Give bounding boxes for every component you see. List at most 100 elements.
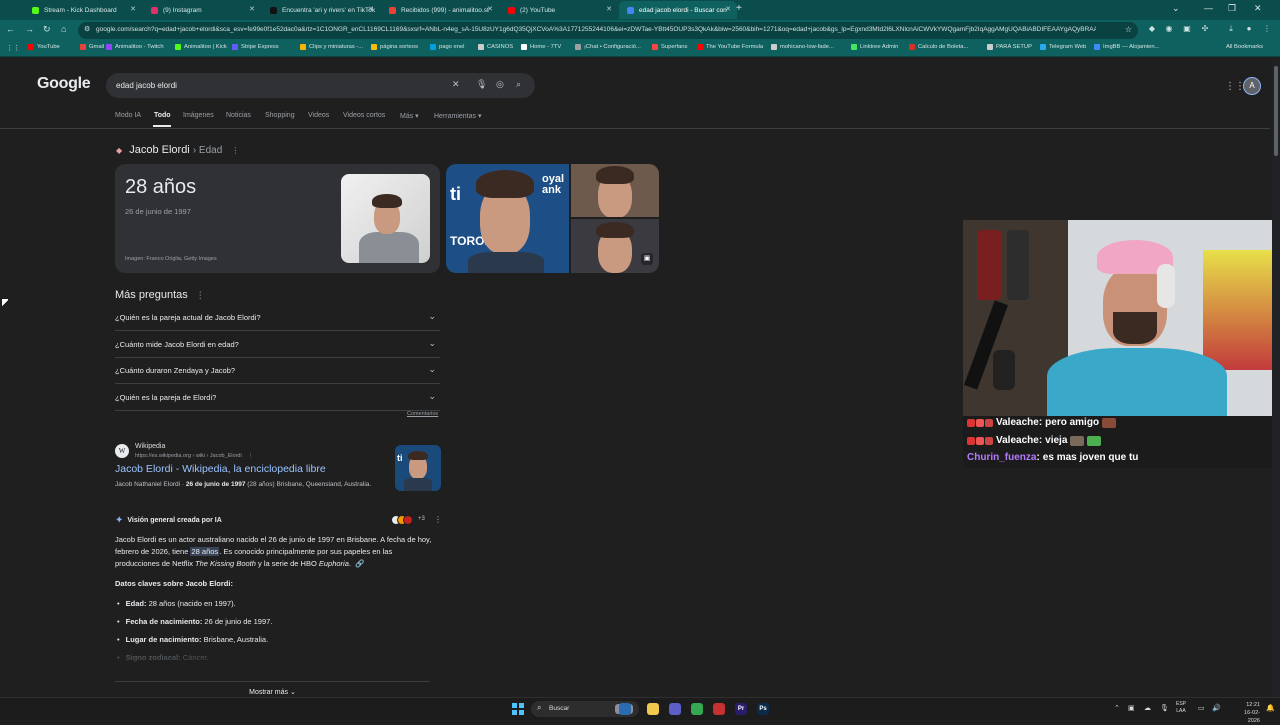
profile-icon[interactable]: ● — [1244, 24, 1254, 34]
omnibox[interactable]: ⚙ google.com/search?q=edad+jacob+elordi&… — [78, 22, 1138, 39]
open-images-icon[interactable]: ▣ — [641, 253, 653, 265]
clear-icon[interactable]: ✕ — [452, 79, 460, 90]
bookmark-star-icon[interactable]: ☆ — [1125, 25, 1132, 34]
search-tab[interactable]: Shopping — [265, 112, 295, 119]
search-tab[interactable]: Noticias — [226, 112, 251, 119]
back-icon[interactable]: ← — [6, 24, 15, 34]
tab-close-icon[interactable]: ✕ — [130, 5, 136, 13]
collage-image[interactable]: ti TORONTO oyal ank — [446, 164, 569, 273]
all-bookmarks[interactable]: All Bookmarks — [1226, 44, 1263, 50]
tab-close-icon[interactable]: ✕ — [725, 5, 731, 13]
entity-name[interactable]: Jacob Elordi — [129, 144, 190, 156]
extension-icon[interactable]: ◉ — [1164, 24, 1174, 34]
link-icon[interactable]: 🔗 — [355, 559, 364, 568]
more-options-icon[interactable]: ⋮ — [434, 515, 442, 524]
browser-tab[interactable]: Recibidos (999) - animalitoo.st ✕ — [381, 1, 499, 19]
ai-sources[interactable]: +3 — [391, 515, 425, 525]
search-tab[interactable]: Más ▾ — [400, 112, 419, 120]
close-window-icon[interactable]: ✕ — [1254, 3, 1262, 14]
browser-tab[interactable]: edad jacob elordi - Buscar con ✕ — [619, 1, 737, 19]
maximize-icon[interactable]: ❐ — [1228, 3, 1236, 14]
bookmark-item[interactable]: Telegram Web — [1040, 44, 1086, 50]
bookmark-item[interactable]: mohicano-low-fade... — [771, 44, 834, 50]
minimize-icon[interactable]: — — [1204, 3, 1213, 13]
taskbar-app-icon[interactable] — [713, 703, 725, 715]
home-icon[interactable]: ⌂ — [61, 24, 66, 34]
bookmark-item[interactable]: Clips y miniaturas -... — [300, 44, 363, 50]
scrollbar-thumb[interactable] — [1274, 66, 1278, 156]
search-icon[interactable]: ⌕ — [516, 79, 521, 90]
bookmark-item[interactable]: Superfans — [652, 44, 687, 50]
bookmark-item[interactable]: página sorteos — [371, 44, 418, 50]
search-tab[interactable]: Imágenes — [183, 112, 214, 119]
search-tab[interactable]: Modo IA — [115, 112, 141, 119]
voice-search-icon[interactable]: 🎙 — [476, 79, 487, 90]
taskbar-app-icon[interactable] — [619, 703, 631, 715]
extension-icon[interactable]: ▣ — [1182, 24, 1192, 34]
tray-app-icon[interactable]: 🎙 — [1160, 704, 1169, 712]
result-title-link[interactable]: Jacob Elordi - Wikipedia, la enciclopedi… — [115, 463, 326, 475]
page-scrollbar[interactable] — [1272, 60, 1280, 700]
search-query[interactable]: edad jacob elordi — [116, 81, 177, 90]
bookmark-item[interactable]: The YouTube Formula — [697, 44, 763, 50]
search-tab[interactable]: Videos — [308, 112, 329, 119]
site-info-icon[interactable]: ⚙ — [84, 25, 90, 33]
reload-icon[interactable]: ↻ — [43, 24, 51, 35]
google-logo[interactable]: Google — [37, 75, 91, 93]
taskbar-app-icon[interactable] — [669, 703, 681, 715]
volume-icon[interactable]: 🔊 — [1212, 704, 1221, 712]
tray-app-icon[interactable]: ☁ — [1144, 704, 1151, 712]
taskbar-clock[interactable]: 12:21 16-02-2026 — [1236, 701, 1260, 725]
bookmark-item[interactable]: YouTube — [28, 44, 60, 50]
tab-close-icon[interactable]: ✕ — [249, 5, 255, 13]
tab-close-icon[interactable]: ✕ — [606, 5, 612, 13]
more-options-icon[interactable]: ⋮ — [248, 453, 254, 459]
bookmark-item[interactable]: PARA SETUP — [987, 44, 1032, 50]
bookmark-item[interactable]: Gmail — [80, 44, 104, 50]
bookmark-item[interactable]: Calculo de Boleta... — [909, 44, 968, 50]
input-language[interactable]: ESP LAA — [1176, 701, 1186, 715]
image-collage[interactable]: ti TORONTO oyal ank ▣ — [446, 164, 659, 273]
paa-question[interactable]: ¿Cuánto mide Jacob Elordi en edad? ⌄ — [115, 332, 440, 358]
search-tab[interactable]: Videos cortos — [343, 112, 385, 119]
browser-tab[interactable]: Encuentra 'ari y rivers' en TikTok ✕ — [262, 1, 380, 19]
browser-menu-icon[interactable]: ⋮ — [1262, 24, 1272, 34]
start-button[interactable] — [512, 703, 524, 715]
bookmark-item[interactable]: Linktree Admin — [851, 44, 898, 50]
bookmark-item[interactable]: ¡Chat • Configuració... — [575, 44, 641, 50]
paa-question[interactable]: ¿Quién es la pareja de Elordi? ⌄ — [115, 385, 440, 411]
google-apps-icon[interactable]: ⋮⋮ — [1225, 81, 1245, 92]
tab-close-icon[interactable]: ✕ — [368, 5, 374, 13]
more-options-icon[interactable]: ⋮ — [231, 146, 239, 155]
feedback-link[interactable]: Comentarios — [407, 411, 438, 417]
tray-overflow-icon[interactable]: ⌃ — [1114, 704, 1120, 712]
more-options-icon[interactable]: ⋮ — [196, 290, 205, 300]
bookmark-item[interactable]: pago enel — [430, 44, 464, 50]
taskbar-app-icon[interactable] — [647, 703, 659, 715]
notification-icon[interactable]: 🔔 — [1266, 704, 1275, 712]
lens-icon[interactable]: ◎ — [496, 79, 504, 90]
paa-question[interactable]: ¿Cuánto duraron Zendaya y Jacob? ⌄ — [115, 358, 440, 384]
search-tab[interactable]: Herramientas ▾ — [434, 112, 481, 120]
tab-close-icon[interactable]: ✕ — [487, 5, 493, 13]
paa-question[interactable]: ¿Quién es la pareja actual de Jacob Elor… — [115, 305, 440, 331]
new-tab-button[interactable]: + — [736, 3, 742, 14]
download-icon[interactable]: ⤓ — [1226, 24, 1236, 34]
avatar[interactable]: A — [1243, 77, 1261, 95]
search-tab[interactable]: Todo — [154, 112, 171, 119]
browser-tab[interactable]: (2) YouTube ✕ — [500, 1, 618, 19]
taskbar-app-icon[interactable] — [691, 703, 703, 715]
taskbar-app-icon[interactable]: Ps — [757, 703, 769, 715]
bookmark-item[interactable]: Home - 7TV — [521, 44, 561, 50]
tray-app-icon[interactable]: ▣ — [1128, 704, 1135, 712]
bookmark-item[interactable]: Animalitoo - Twitch — [106, 44, 164, 50]
collage-image[interactable] — [571, 164, 659, 217]
browser-tab[interactable]: (9) Instagram ✕ — [143, 1, 261, 19]
extension-icon[interactable]: ◆ — [1147, 24, 1157, 34]
portrait-image[interactable] — [341, 174, 430, 263]
apps-icon[interactable]: ⋮⋮ — [6, 44, 20, 52]
extensions-puzzle-icon[interactable]: ✣ — [1200, 24, 1210, 34]
taskbar-app-icon[interactable]: Pr — [735, 703, 747, 715]
search-box[interactable]: edad jacob elordi ✕ 🎙 ◎ ⌕ — [106, 73, 535, 98]
result-site-name[interactable]: Wikipedia — [135, 443, 165, 450]
